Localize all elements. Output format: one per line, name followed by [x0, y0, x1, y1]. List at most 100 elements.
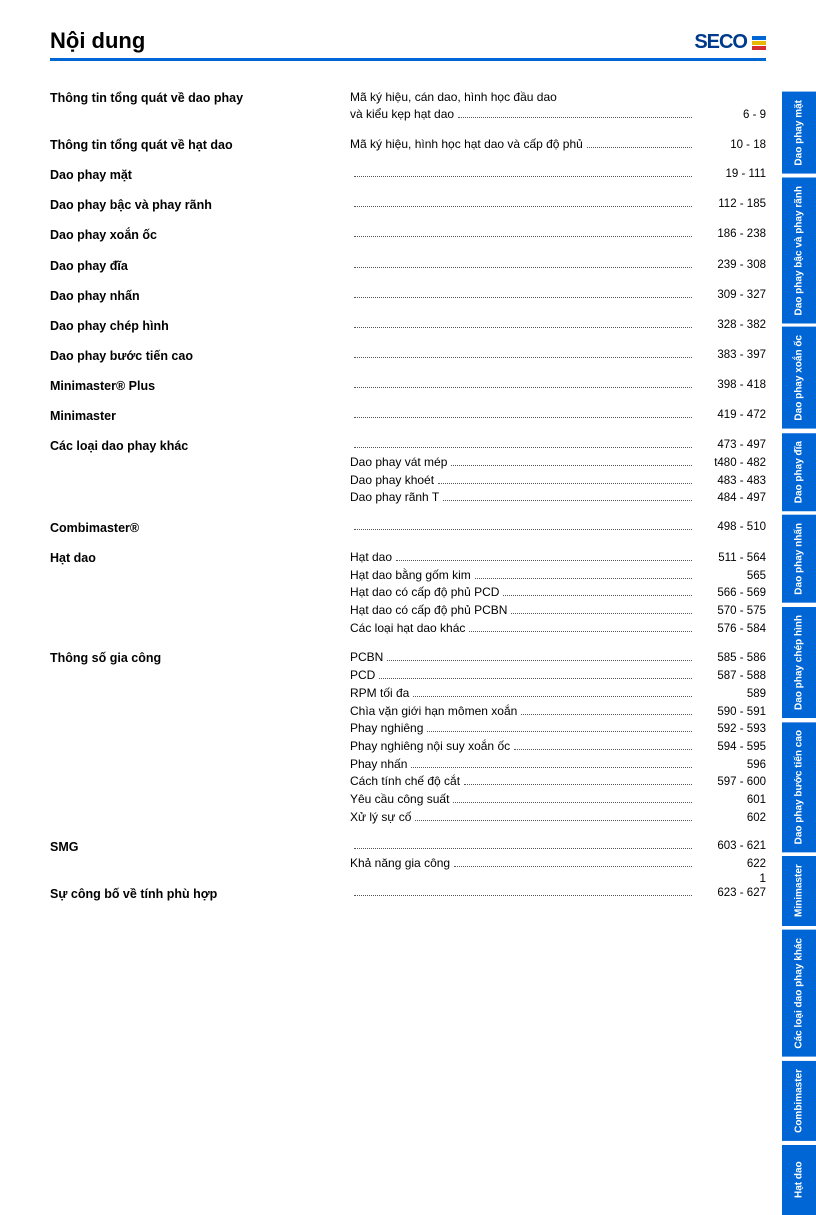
section-label: Hạt dao	[50, 549, 350, 567]
section-details: 112 - 185	[350, 196, 766, 213]
leader-dots	[354, 206, 692, 207]
toc-entry-text: Dao phay khoét	[350, 472, 434, 489]
side-tab[interactable]: Dao phay mặt	[782, 92, 816, 174]
side-tab[interactable]: Combimaster	[782, 1061, 816, 1141]
section-label: Thông tin tổng quát về hạt dao	[50, 136, 350, 154]
leader-dots	[354, 895, 692, 896]
leader-dots	[354, 447, 692, 448]
leader-dots	[453, 802, 692, 803]
side-tab[interactable]: Các loại dao phay khác	[782, 930, 816, 1057]
section-label: Minimaster® Plus	[50, 377, 350, 395]
section-details: Mã ký hiệu, cán dao, hình học đầu daovà …	[350, 89, 766, 124]
leader-dots	[354, 417, 692, 418]
section-label: Thông tin tổng quát về dao phay	[50, 89, 350, 107]
toc-section: Dao phay nhấn309 - 327	[50, 287, 766, 305]
toc-line: PCBN585 - 586	[350, 649, 766, 667]
toc-entry-text: Phay nghiêng	[350, 720, 423, 737]
leader-dots	[354, 848, 692, 849]
section-label: Dao phay bước tiến cao	[50, 347, 350, 365]
page-range: 484 - 497	[696, 490, 766, 507]
page-range: 603 - 621	[696, 838, 766, 855]
toc-entry-text: Chìa vặn giới hạn mômen xoắn	[350, 703, 517, 720]
table-of-contents: Thông tin tổng quát về dao phayMã ký hiệ…	[50, 89, 766, 915]
toc-line: Khả năng gia công622	[350, 855, 766, 873]
toc-entry-text: Hạt dao có cấp độ phủ PCBN	[350, 602, 507, 619]
section-details: 419 - 472	[350, 407, 766, 424]
toc-section: Hạt daoHạt dao511 - 564Hạt dao bằng gốm …	[50, 549, 766, 637]
page-range: t480 - 482	[696, 455, 766, 472]
toc-entry-text: Phay nghiêng nội suy xoắn ốc	[350, 738, 510, 755]
page-range: 483 - 483	[696, 473, 766, 490]
leader-dots	[354, 176, 692, 177]
toc-section: Minimaster419 - 472	[50, 407, 766, 425]
section-details: 309 - 327	[350, 287, 766, 304]
side-tab[interactable]: Dao phay chép hình	[782, 607, 816, 718]
leader-dots	[514, 749, 692, 750]
section-details: 186 - 238	[350, 226, 766, 243]
leader-dots	[454, 866, 692, 867]
leader-dots	[451, 465, 692, 466]
page-number: 1	[759, 871, 766, 885]
leader-dots	[415, 820, 692, 821]
page-range: 19 - 111	[696, 166, 766, 183]
side-tab[interactable]: Dao phay nhấn	[782, 515, 816, 603]
side-tab[interactable]: Dao phay bước tiến cao	[782, 722, 816, 852]
page-range: 565	[696, 568, 766, 585]
leader-dots	[511, 613, 692, 614]
page-range: 309 - 327	[696, 287, 766, 304]
side-tab[interactable]: Minimaster	[782, 856, 816, 926]
toc-section: Dao phay bước tiến cao 383 - 397	[50, 347, 766, 365]
toc-entry-text: Các loại hạt dao khác	[350, 620, 465, 637]
section-label: Các loại dao phay khác	[50, 437, 350, 455]
side-tab[interactable]: Hạt dao	[782, 1145, 816, 1215]
leader-dots	[587, 147, 692, 148]
logo-text: SECO	[694, 31, 747, 54]
toc-section: Combimaster® 498 - 510	[50, 519, 766, 537]
section-label: Combimaster®	[50, 519, 350, 537]
toc-section: Dao phay mặt 19 - 111	[50, 166, 766, 184]
toc-line: 473 - 497	[350, 437, 766, 454]
section-label: Dao phay chép hình	[50, 317, 350, 335]
page-range: 623 - 627	[696, 885, 766, 902]
toc-entry-text: Yêu cầu công suất	[350, 791, 449, 808]
page-range: 239 - 308	[696, 257, 766, 274]
section-label: Dao phay mặt	[50, 166, 350, 184]
leader-dots	[354, 387, 692, 388]
page-range: 587 - 588	[696, 668, 766, 685]
toc-entry-text: và kiểu kẹp hạt dao	[350, 106, 454, 123]
leader-dots	[354, 267, 692, 268]
leader-dots	[458, 117, 692, 118]
page-range: 594 - 595	[696, 739, 766, 756]
section-details: 603 - 621Khả năng gia công622	[350, 838, 766, 872]
leader-dots	[438, 483, 692, 484]
section-details: 473 - 497Dao phay vát mépt480 - 482Dao p…	[350, 437, 766, 507]
section-label: Sự công bố về tính phù hợp	[50, 885, 350, 903]
leader-dots	[411, 767, 692, 768]
page-range: 597 - 600	[696, 774, 766, 791]
side-tab[interactable]: Dao phay đĩa	[782, 433, 816, 511]
toc-line: PCD587 - 588	[350, 667, 766, 685]
page-range: 622	[696, 856, 766, 873]
toc-line: 603 - 621	[350, 838, 766, 855]
side-tab[interactable]: Dao phay xoắn ốc	[782, 327, 816, 429]
page-range: 590 - 591	[696, 704, 766, 721]
page-range: 498 - 510	[696, 519, 766, 536]
page-range: 566 - 569	[696, 585, 766, 602]
leader-dots	[354, 529, 692, 530]
leader-dots	[354, 297, 692, 298]
page-range: 6 - 9	[696, 107, 766, 124]
toc-line: Xử lý sự cố602	[350, 809, 766, 827]
toc-section: Các loại dao phay khác473 - 497Dao phay …	[50, 437, 766, 507]
toc-line: Chìa vặn giới hạn mômen xoắn 590 - 591	[350, 703, 766, 721]
toc-section: Dao phay đĩa239 - 308	[50, 257, 766, 275]
page-range: 186 - 238	[696, 226, 766, 243]
toc-line: Yêu cầu công suất601	[350, 791, 766, 809]
page-range: 383 - 397	[696, 347, 766, 364]
toc-entry-text: Xử lý sự cố	[350, 809, 411, 826]
toc-line: 112 - 185	[350, 196, 766, 213]
section-details: 398 - 418	[350, 377, 766, 394]
toc-line: 419 - 472	[350, 407, 766, 424]
page-range: 328 - 382	[696, 317, 766, 334]
section-label: Dao phay xoắn ốc	[50, 226, 350, 244]
side-tab[interactable]: Dao phay bậc và phay rãnh	[782, 178, 816, 324]
